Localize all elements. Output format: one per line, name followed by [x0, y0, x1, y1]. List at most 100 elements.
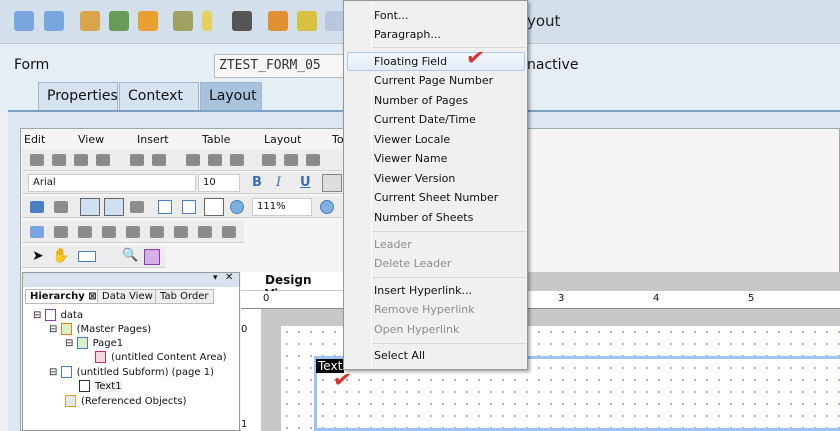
align-right-icon[interactable] [52, 154, 66, 166]
menu-separator [372, 231, 526, 232]
menu-item-number-of-sheets[interactable]: Number of Sheets [374, 211, 473, 224]
tab-design-view[interactable]: Design View [241, 272, 346, 301]
form-name-field[interactable]: ZTEST_FORM_05 [214, 54, 354, 78]
table-op-icon[interactable] [222, 226, 236, 238]
tools-icon[interactable] [130, 201, 144, 213]
marquee-select-icon[interactable] [78, 251, 96, 262]
zoom-select[interactable]: 111% [252, 198, 312, 216]
master-pages-icon [60, 323, 72, 335]
menu-table[interactable]: Table [202, 133, 230, 146]
redo-icon[interactable] [54, 201, 68, 213]
tab-context[interactable]: Context [119, 82, 199, 110]
snap-grid-icon[interactable] [104, 198, 124, 216]
back-arrow-icon[interactable] [14, 11, 34, 31]
menu-item-font[interactable]: Font... [374, 9, 408, 22]
edit-pencil-icon[interactable] [80, 11, 100, 31]
palette-menu-icon[interactable]: ▾ [213, 273, 218, 283]
stack-icon[interactable] [297, 11, 317, 31]
zoom-out-icon[interactable] [230, 200, 244, 214]
insert-table-icon[interactable] [30, 226, 44, 238]
tree-node-page1[interactable]: ⊟ Page1 [65, 337, 123, 349]
table-op-icon[interactable] [150, 226, 164, 238]
table-icon[interactable] [325, 11, 345, 31]
pointer-icon[interactable]: ➤ [32, 248, 44, 264]
tree-label: Text1 [95, 381, 122, 392]
tree-label: Page1 [92, 338, 124, 349]
drawing-aid-icon[interactable] [144, 249, 160, 265]
tree-node-text1[interactable]: Text1 [79, 380, 122, 392]
ruler-tick-label: 1 [241, 419, 248, 430]
tree-node-data[interactable]: ⊟ data [33, 309, 83, 321]
font-family-select[interactable]: Arial [28, 174, 196, 192]
form-label: Form [14, 57, 50, 73]
menu-item-select-all[interactable]: Select All [374, 349, 425, 362]
center-vertical-icon[interactable] [152, 154, 166, 166]
align-top-icon[interactable] [74, 154, 88, 166]
menu-item-insert-hyperlink[interactable]: Insert Hyperlink... [374, 284, 472, 297]
align-left-icon[interactable] [30, 154, 44, 166]
forward-arrow-icon[interactable] [44, 11, 64, 31]
close-icon[interactable]: ✕ [225, 272, 233, 283]
menu-item-number-of-pages[interactable]: Number of Pages [374, 94, 468, 107]
subform-icon [60, 366, 72, 378]
italic-button[interactable]: I [276, 175, 281, 190]
table-op-icon[interactable] [102, 226, 116, 238]
menu-edit[interactable]: Edit [24, 133, 45, 146]
menu-insert[interactable]: Insert [137, 133, 169, 146]
menu-item-current-sheet-number[interactable]: Current Sheet Number [374, 191, 498, 204]
tab-data-view[interactable]: Data View [97, 289, 158, 304]
menu-item-paragraph[interactable]: Paragraph... [374, 28, 441, 41]
tree-node-content-area[interactable]: (untitled Content Area) [95, 351, 227, 363]
org-chart-icon[interactable] [268, 11, 288, 31]
undo-icon[interactable] [30, 201, 44, 213]
page-icon[interactable] [158, 200, 172, 214]
copy-icon[interactable] [138, 11, 158, 31]
select-toolbar: ➤ ✋ 🔍 [22, 246, 166, 268]
align-bottom-icon[interactable] [96, 154, 110, 166]
hand-icon[interactable]: ✋ [52, 248, 69, 264]
menu-tools[interactable]: To [332, 133, 344, 146]
menu-item-current-date-time[interactable]: Current Date/Time [374, 113, 476, 126]
menu-item-floating-field[interactable]: Floating Field [374, 55, 447, 68]
wizard-icon[interactable] [202, 11, 212, 31]
distribute-icon[interactable] [208, 154, 222, 166]
tab-hierarchy[interactable]: Hierarchy ⊠ [25, 289, 102, 304]
hierarchy-icon[interactable] [173, 11, 193, 31]
tree-node-master-pages[interactable]: ⊟ (Master Pages) [49, 323, 151, 335]
fit-height-icon[interactable] [182, 200, 196, 214]
fit-width-icon[interactable] [204, 198, 224, 216]
tab-layout[interactable]: Layout [200, 82, 262, 110]
table-op-icon[interactable] [54, 226, 68, 238]
bold-button[interactable]: B [252, 175, 262, 190]
table-op-icon[interactable] [198, 226, 212, 238]
table-op-icon[interactable] [174, 226, 188, 238]
menu-item-viewer-locale[interactable]: Viewer Locale [374, 133, 450, 146]
center-horizontal-icon[interactable] [130, 154, 144, 166]
form-preview-icon[interactable] [232, 11, 252, 31]
merge-icon[interactable] [306, 154, 320, 166]
distribute-icon[interactable] [230, 154, 244, 166]
tab-tab-order[interactable]: Tab Order [155, 289, 214, 304]
font-size-select[interactable]: 10 [198, 174, 240, 192]
tree-node-referenced-objects[interactable]: (Referenced Objects) [65, 395, 186, 407]
group-icon[interactable] [262, 154, 276, 166]
menu-view[interactable]: View [78, 133, 104, 146]
table-op-icon[interactable] [78, 226, 92, 238]
menu-item-viewer-version[interactable]: Viewer Version [374, 172, 455, 185]
menu-layout[interactable]: Layout [264, 133, 301, 146]
underline-button[interactable]: U [300, 175, 311, 190]
align-text-left-button[interactable] [322, 174, 342, 192]
ungroup-icon[interactable] [284, 154, 298, 166]
zoom-in-icon[interactable] [320, 200, 334, 214]
tree-node-subform[interactable]: ⊟ (untitled Subform) (page 1) [33, 366, 214, 378]
activate-icon[interactable] [109, 11, 129, 31]
zoom-tool-icon[interactable]: 🔍 [122, 248, 138, 263]
tab-properties[interactable]: Properties [38, 82, 118, 110]
distribute-icon[interactable] [186, 154, 200, 166]
tree-label: (untitled Subform) (page 1) [76, 367, 214, 378]
menu-item-viewer-name[interactable]: Viewer Name [374, 152, 447, 165]
grid-icon[interactable] [80, 198, 100, 216]
table-op-icon[interactable] [126, 226, 140, 238]
menu-item-current-page-number[interactable]: Current Page Number [374, 74, 493, 87]
menu-item-delete-leader: Delete Leader [374, 257, 452, 270]
